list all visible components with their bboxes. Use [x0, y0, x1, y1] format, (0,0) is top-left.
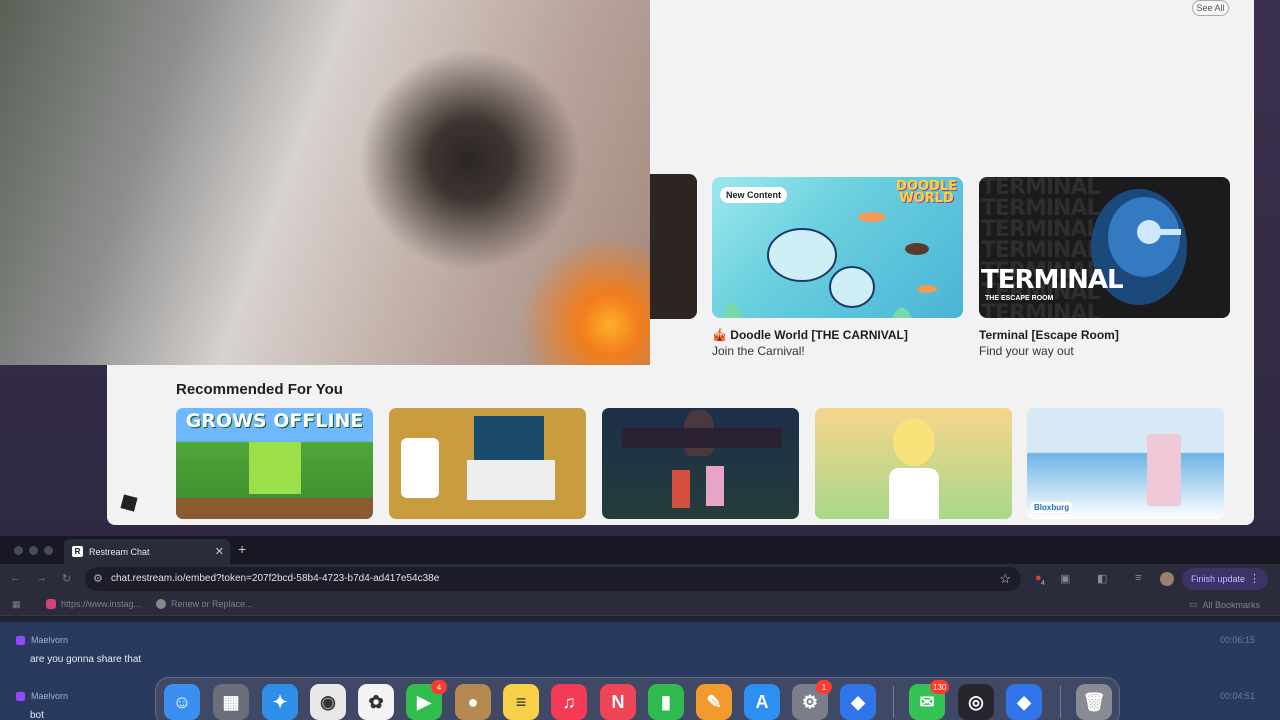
minimize-window-button[interactable]: [29, 546, 38, 555]
close-window-button[interactable]: [14, 546, 23, 555]
tab-title: Restream Chat: [89, 546, 150, 557]
side-panel-icon[interactable]: ◧: [1097, 572, 1107, 585]
photos-icon[interactable]: ✿: [358, 684, 394, 720]
recommended-game-card[interactable]: [815, 408, 1012, 519]
dock-separator: [1060, 686, 1061, 718]
tab-strip: R Restream Chat ✕ +: [0, 536, 1280, 564]
finish-update-button[interactable]: Finish update ⋮: [1182, 568, 1268, 590]
partial-game-card[interactable]: [647, 174, 697, 319]
game-subtitle: Find your way out: [979, 344, 1074, 358]
bookmarks-bar: ▦ https://www.instag... Renew or Replace…: [0, 594, 1280, 616]
globe-icon: [156, 599, 166, 609]
reading-list-icon[interactable]: ≡: [1135, 572, 1141, 584]
roblox-icon[interactable]: ◆: [1006, 684, 1042, 720]
all-bookmarks-button[interactable]: ▭ All Bookmarks: [1189, 599, 1260, 610]
trash-icon[interactable]: 🗑: [1076, 684, 1112, 720]
new-tab-icon[interactable]: +: [238, 541, 246, 557]
messages-badge: 130: [930, 680, 950, 694]
numbers-icon[interactable]: ▮: [648, 684, 684, 720]
roblox-studio-icon[interactable]: ◆: [840, 684, 876, 720]
apps-grid-icon[interactable]: ▦: [12, 599, 21, 610]
extensions-puzzle-icon[interactable]: ▣: [1060, 572, 1070, 585]
chat-message-text: bot: [30, 710, 44, 720]
twitch-icon: [16, 635, 25, 645]
settings-badge: 1: [816, 680, 832, 694]
finder-icon[interactable]: ☺: [164, 684, 200, 720]
escape-room-text: THE ESCAPE ROOM: [985, 295, 1054, 302]
extension-badge: 4: [1041, 580, 1045, 587]
see-all-button[interactable]: See All: [1192, 0, 1229, 16]
chat-timestamp: 00:06:15: [1220, 635, 1256, 645]
contacts-icon[interactable]: ●: [455, 684, 491, 720]
address-bar[interactable]: ⚙ chat.restream.io/embed?token=207f2bcd-…: [85, 567, 1021, 591]
roblox-logo-icon[interactable]: [120, 494, 138, 512]
site-settings-icon[interactable]: ⚙: [93, 572, 103, 585]
folder-icon: ▭: [1189, 599, 1198, 609]
chat-message-text: are you gonna share that: [30, 654, 142, 665]
tab-restream-chat[interactable]: R Restream Chat ✕: [64, 539, 230, 564]
game-thumbnail: New Content DOODLE WORLD: [712, 177, 963, 318]
restream-favicon-icon: R: [72, 546, 83, 557]
new-content-badge: New Content: [720, 187, 787, 203]
chrome-icon[interactable]: ◉: [310, 684, 346, 720]
chat-username: Maelvorn: [16, 691, 68, 701]
bloxburg-logo: Bloxburg: [1031, 502, 1073, 513]
game-title[interactable]: Terminal [Escape Room]: [979, 328, 1230, 343]
browser-toolbar: ← → ↻ ⚙ chat.restream.io/embed?token=207…: [0, 564, 1280, 594]
game-subtitle: Join the Carnival!: [712, 344, 805, 358]
game-thumbnail: TERMINAL TERMINAL TERMINAL TERMINAL TERM…: [979, 177, 1230, 318]
music-icon[interactable]: ♫: [551, 684, 587, 720]
terminal-title-text: TERMINAL: [981, 265, 1124, 295]
url-text[interactable]: chat.restream.io/embed?token=207f2bcd-58…: [111, 573, 439, 584]
notes-icon[interactable]: ≡: [503, 684, 539, 720]
pages-icon[interactable]: ✎: [696, 684, 732, 720]
facetime-badge: 4: [431, 680, 447, 694]
recommended-game-card[interactable]: GROWS OFFLINE: [176, 408, 373, 519]
launchpad-icon[interactable]: ▦: [213, 684, 249, 720]
profile-avatar[interactable]: [1160, 572, 1174, 586]
obs-icon[interactable]: ◎: [958, 684, 994, 720]
game-card-doodle-world[interactable]: New Content DOODLE WORLD 🎪 Doodle World …: [712, 177, 963, 358]
doodle-world-logo: DOODLE WORLD: [896, 179, 957, 206]
game-title[interactable]: 🎪 Doodle World [THE CARNIVAL]: [712, 328, 963, 343]
bookmark-star-icon[interactable]: ☆: [999, 571, 1011, 587]
dock-separator: [893, 686, 894, 718]
recommended-heading: Recommended For You: [176, 381, 343, 398]
bookmark-renew[interactable]: Renew or Replace...: [156, 599, 253, 609]
tab-close-icon[interactable]: ✕: [215, 545, 224, 558]
back-icon[interactable]: ←: [10, 572, 21, 584]
zoom-window-button[interactable]: [44, 546, 53, 555]
chat-username: Maelvorn: [16, 635, 68, 645]
reload-icon[interactable]: ↻: [62, 572, 71, 585]
twitch-icon: [16, 691, 25, 701]
chat-timestamp: 00:04:51: [1220, 691, 1256, 701]
forward-icon[interactable]: →: [36, 572, 47, 584]
bookmark-instagram[interactable]: https://www.instag...: [46, 599, 141, 609]
recommended-game-card[interactable]: Bloxburg: [1027, 408, 1224, 519]
webcam-feed: [0, 0, 650, 365]
news-icon[interactable]: N: [600, 684, 636, 720]
grows-offline-title: GROWS OFFLINE: [185, 410, 364, 432]
game-card-terminal[interactable]: TERMINAL TERMINAL TERMINAL TERMINAL TERM…: [979, 177, 1230, 358]
recommended-game-card[interactable]: [602, 408, 799, 519]
app-store-icon[interactable]: A: [744, 684, 780, 720]
safari-icon[interactable]: ✦: [262, 684, 298, 720]
menu-kebab-icon[interactable]: ⋮: [1249, 572, 1260, 585]
instagram-icon: [46, 599, 56, 609]
recommended-game-card[interactable]: [389, 408, 586, 519]
